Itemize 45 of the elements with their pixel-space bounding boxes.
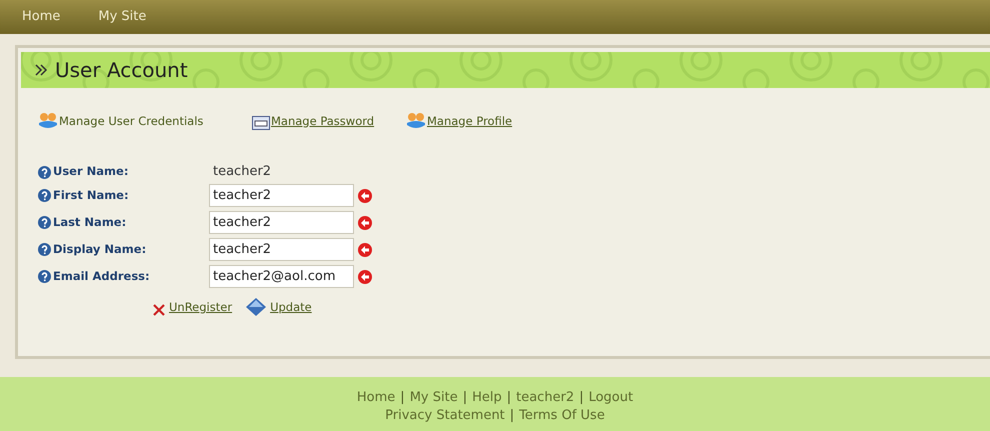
footer-link[interactable]: Privacy Statement xyxy=(385,407,505,425)
help-icon[interactable] xyxy=(38,189,51,202)
manage-link[interactable]: Manage Password xyxy=(271,112,374,130)
separator: | xyxy=(462,389,468,407)
action-link[interactable]: Update xyxy=(270,298,312,316)
panel-title: User Account xyxy=(55,57,188,84)
footer-link[interactable]: Logout xyxy=(588,389,634,407)
x-icon xyxy=(153,304,165,316)
text-field[interactable]: teacher2 xyxy=(209,184,354,207)
nav-link[interactable]: My Site xyxy=(98,7,146,27)
action-link[interactable]: UnRegister xyxy=(169,298,232,316)
users-icon xyxy=(406,112,426,130)
separator: | xyxy=(510,407,514,425)
help-icon[interactable] xyxy=(38,243,51,256)
help-icon[interactable] xyxy=(38,270,51,283)
double-chevron-icon xyxy=(35,64,49,76)
field-label: First Name: xyxy=(53,186,129,204)
field-label: Display Name: xyxy=(53,240,146,258)
manage-label[interactable]: Manage User Credentials xyxy=(59,112,204,130)
diamond-icon xyxy=(246,298,266,316)
separator: | xyxy=(579,389,584,407)
field-value: teacher2 xyxy=(212,163,272,182)
footer-link[interactable]: Home xyxy=(356,389,396,407)
footer-link[interactable]: Terms Of Use xyxy=(519,407,605,425)
separator: | xyxy=(400,389,405,407)
help-icon[interactable] xyxy=(38,216,51,229)
footer-link[interactable]: Help xyxy=(472,389,502,407)
field-label: User Name: xyxy=(53,163,128,180)
text-field[interactable]: teacher2 xyxy=(209,238,354,261)
text-field[interactable]: teacher2 xyxy=(209,211,354,234)
field-label: Last Name: xyxy=(53,214,126,231)
footer-link[interactable]: teacher2 xyxy=(516,389,574,407)
field-label: Email Address: xyxy=(53,268,150,285)
manage-link[interactable]: Manage Profile xyxy=(427,112,512,130)
help-icon[interactable] xyxy=(38,166,51,178)
arrow-left-icon xyxy=(358,242,372,256)
text-field[interactable]: teacher2@aol.com xyxy=(209,265,354,288)
arrow-left-icon xyxy=(358,188,372,202)
footer-link[interactable]: My Site xyxy=(410,389,458,407)
separator: | xyxy=(506,389,512,407)
arrow-left-icon xyxy=(358,216,372,230)
arrow-left-icon xyxy=(358,270,372,284)
password-field-icon xyxy=(252,116,270,130)
nav-link[interactable]: Home xyxy=(22,7,60,27)
users-icon xyxy=(38,112,58,130)
